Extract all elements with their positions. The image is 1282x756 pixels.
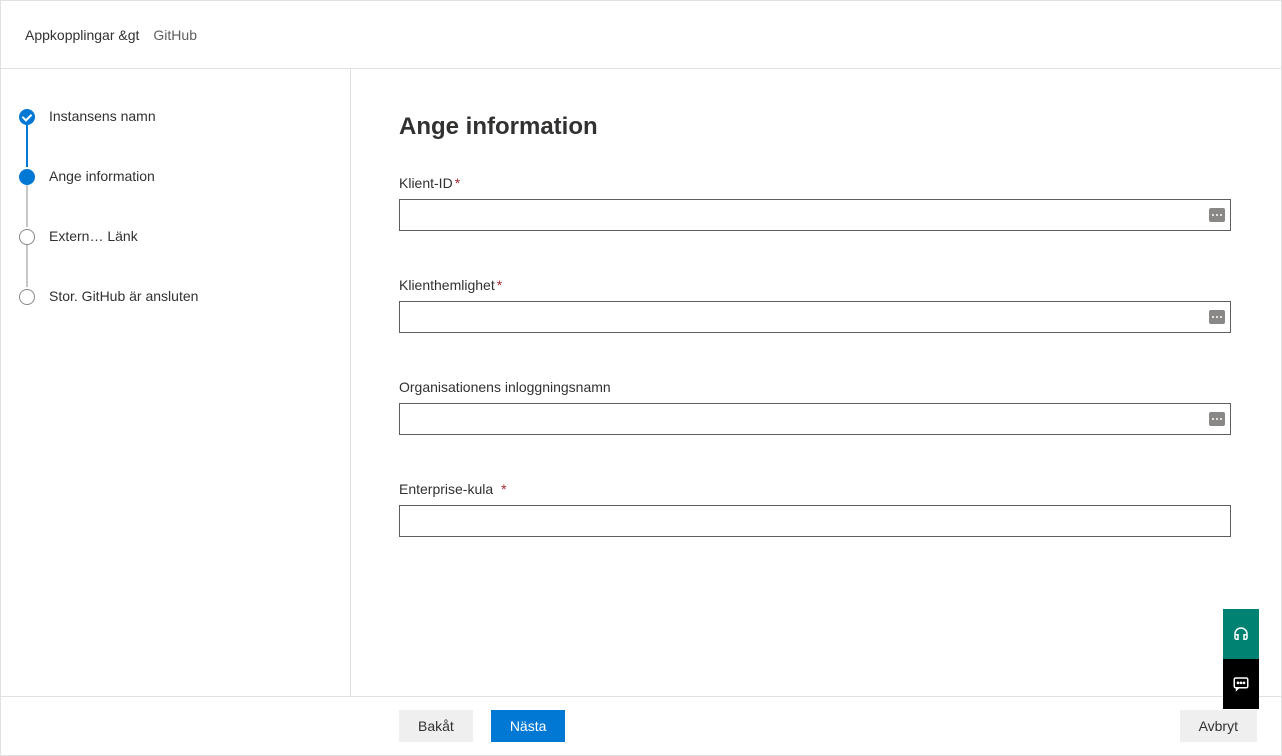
field-client-secret: Klienthemlighet* [399, 277, 1231, 333]
feedback-button[interactable] [1223, 659, 1259, 709]
wizard-step-instance-name[interactable]: Instansens namn [19, 107, 332, 167]
wizard-step-label: Instansens namn [49, 107, 156, 125]
support-button[interactable] [1223, 609, 1259, 659]
main-content: Ange information Klient-ID* Klienthemlig… [351, 69, 1281, 697]
client-id-input[interactable] [399, 199, 1231, 231]
back-button[interactable]: Bakåt [399, 710, 473, 742]
next-button[interactable]: Nästa [491, 710, 566, 742]
field-org-login: Organisationens inloggningsnamn [399, 379, 1231, 435]
client-id-label: Klient-ID* [399, 175, 1231, 191]
wizard-step-external-link[interactable]: Extern… Länk [19, 227, 332, 287]
enterprise-input[interactable] [399, 505, 1231, 537]
chat-icon [1232, 675, 1250, 693]
circle-icon [19, 289, 35, 305]
org-login-label: Organisationens inloggningsnamn [399, 379, 1231, 395]
enterprise-label: Enterprise-kula * [399, 481, 1231, 497]
required-marker: * [455, 175, 460, 191]
more-icon[interactable] [1209, 412, 1225, 426]
label-text: Klienthemlighet [399, 277, 495, 293]
wizard-connector [26, 245, 28, 287]
floating-actions [1223, 609, 1259, 709]
field-client-id: Klient-ID* [399, 175, 1231, 231]
check-icon [19, 109, 35, 125]
required-marker: * [501, 481, 506, 497]
breadcrumb-current: GitHub [153, 27, 197, 43]
dot-icon [19, 169, 35, 185]
wizard-step-label: Extern… Länk [49, 227, 138, 245]
headset-icon [1232, 625, 1250, 643]
client-secret-label: Klienthemlighet* [399, 277, 1231, 293]
client-secret-input[interactable] [399, 301, 1231, 333]
more-icon[interactable] [1209, 310, 1225, 324]
required-marker: * [497, 277, 502, 293]
page-title: Ange information [399, 113, 1231, 141]
org-login-input[interactable] [399, 403, 1231, 435]
wizard-connector [26, 185, 28, 227]
field-enterprise: Enterprise-kula * [399, 481, 1231, 537]
footer: Bakåt Nästa Avbryt [1, 696, 1281, 755]
label-text: Organisationens inloggningsnamn [399, 379, 611, 395]
label-text: Klient-ID [399, 175, 453, 191]
cancel-button[interactable]: Avbryt [1180, 710, 1257, 742]
more-icon[interactable] [1209, 208, 1225, 222]
header: Appkopplingar &gt GitHub [1, 1, 1281, 69]
wizard-step-label: Ange information [49, 167, 155, 185]
label-text: Enterprise-kula [399, 481, 493, 497]
wizard-step-label: Stor. GitHub är ansluten [49, 287, 198, 305]
circle-icon [19, 229, 35, 245]
wizard-sidebar: Instansens namn Ange information Extern…… [1, 69, 351, 697]
wizard-step-enter-info[interactable]: Ange information [19, 167, 332, 227]
wizard-connector [26, 125, 28, 167]
breadcrumb-root[interactable]: Appkopplingar &gt [25, 27, 139, 43]
wizard-step-connected[interactable]: Stor. GitHub är ansluten [19, 287, 332, 307]
